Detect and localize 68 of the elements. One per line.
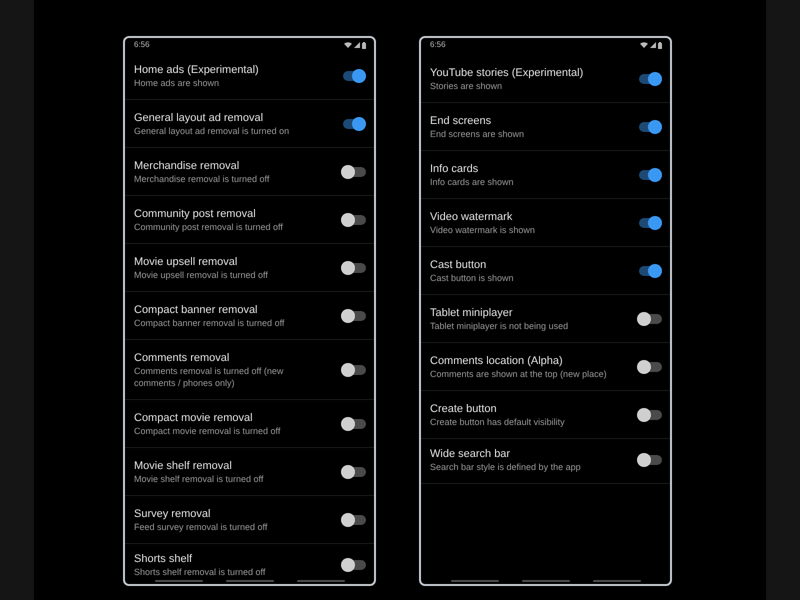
setting-title: Merchandise removal bbox=[134, 159, 240, 173]
toggle-switch[interactable] bbox=[341, 558, 366, 572]
setting-title: Home ads (Experimental) bbox=[134, 63, 260, 77]
toggle-switch[interactable] bbox=[341, 261, 366, 275]
status-time: 6:56 bbox=[430, 40, 446, 50]
toggle-switch[interactable] bbox=[637, 264, 662, 278]
setting-summary: Merchandise removal is turned off bbox=[134, 173, 270, 185]
setting-title: Info cards bbox=[430, 162, 480, 176]
setting-summary: General layout ad removal is turned on bbox=[134, 125, 290, 137]
toggle-switch[interactable] bbox=[637, 72, 662, 86]
wifi-icon bbox=[344, 42, 352, 48]
toggle-switch[interactable] bbox=[637, 312, 662, 326]
setting-summary: Cast button is shown bbox=[430, 272, 515, 284]
status-time: 6:56 bbox=[134, 40, 150, 50]
setting-title: Video watermark bbox=[430, 210, 514, 224]
signal-icon bbox=[354, 42, 360, 48]
toggle-switch[interactable] bbox=[341, 165, 366, 179]
setting-summary: Info cards are shown bbox=[430, 176, 515, 188]
setting-title: Survey removal bbox=[134, 507, 212, 521]
setting-summary: Movie shelf removal is turned off bbox=[134, 473, 264, 485]
setting-summary: Home ads are shown bbox=[134, 77, 220, 89]
setting-summary: Search bar style is defined by the app bbox=[430, 461, 582, 473]
setting-summary: End screens are shown bbox=[430, 128, 526, 140]
setting-title: Compact banner removal bbox=[134, 303, 259, 317]
toggle-switch[interactable] bbox=[341, 309, 366, 323]
signal-icon bbox=[650, 42, 656, 48]
toggle-switch[interactable] bbox=[341, 465, 366, 479]
setting-summary: Comments are shown at the top (new place) bbox=[430, 368, 608, 380]
toggle-switch[interactable] bbox=[637, 120, 662, 134]
setting-title: General layout ad removal bbox=[134, 111, 264, 125]
toggle-switch[interactable] bbox=[341, 363, 366, 377]
setting-title: Community post removal bbox=[134, 207, 257, 221]
toggle-switch[interactable] bbox=[341, 69, 366, 83]
setting-summary: Create button has default visibility bbox=[430, 416, 566, 428]
setting-title: YouTube stories (Experimental) bbox=[430, 66, 584, 80]
setting-title: Movie shelf removal bbox=[134, 459, 233, 473]
setting-title: Shorts shelf bbox=[134, 552, 194, 566]
toggle-switch[interactable] bbox=[637, 216, 662, 230]
setting-title: Comments location (Alpha) bbox=[430, 354, 564, 368]
setting-title: Movie upsell removal bbox=[134, 255, 238, 269]
battery-icon bbox=[658, 42, 662, 48]
setting-summary: Shorts shelf removal is turned off bbox=[134, 566, 266, 578]
setting-title: Tablet miniplayer bbox=[430, 306, 514, 320]
setting-title: Cast button bbox=[430, 258, 488, 272]
setting-summary: Stories are shown bbox=[430, 80, 504, 92]
toggle-switch[interactable] bbox=[637, 453, 662, 467]
setting-title: Comments removal bbox=[134, 351, 230, 365]
setting-summary: Feed survey removal is turned off bbox=[134, 521, 268, 533]
setting-title: Create button bbox=[430, 402, 498, 416]
toggle-switch[interactable] bbox=[637, 408, 662, 422]
setting-title: Wide search bar bbox=[430, 447, 512, 461]
wifi-icon bbox=[640, 42, 648, 48]
setting-summary: Compact banner removal is turned off bbox=[134, 317, 286, 329]
setting-summary: Video watermark is shown bbox=[430, 224, 536, 236]
setting-title: Compact movie removal bbox=[134, 411, 254, 425]
toggle-switch[interactable] bbox=[341, 117, 366, 131]
setting-summary: Movie upsell removal is turned off bbox=[134, 269, 269, 281]
setting-title: End screens bbox=[430, 114, 492, 128]
setting-summary: Community post removal is turned off bbox=[134, 221, 284, 233]
setting-summary: Tablet miniplayer is not being used bbox=[430, 320, 570, 332]
toggle-switch[interactable] bbox=[341, 417, 366, 431]
toggle-switch[interactable] bbox=[637, 360, 662, 374]
toggle-switch[interactable] bbox=[637, 168, 662, 182]
toggle-switch[interactable] bbox=[341, 513, 366, 527]
setting-summary: Comments removal is turned off (new comments / phones only) bbox=[134, 365, 284, 389]
battery-icon bbox=[362, 42, 366, 48]
setting-summary: Compact movie removal is turned off bbox=[134, 425, 282, 437]
toggle-switch[interactable] bbox=[341, 213, 366, 227]
